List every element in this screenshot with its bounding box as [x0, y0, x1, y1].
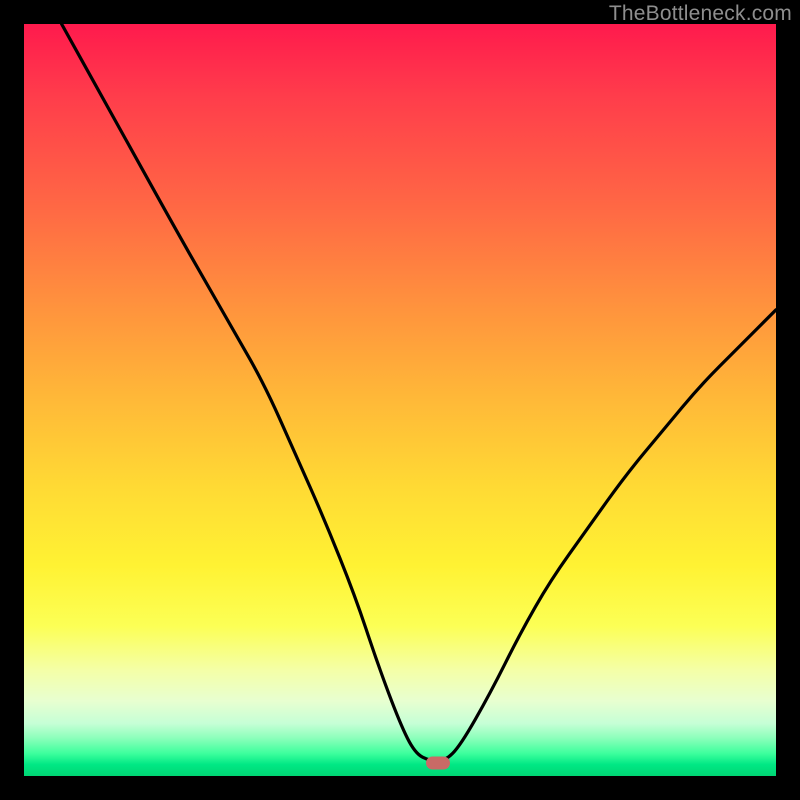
watermark-text: TheBottleneck.com	[609, 2, 792, 26]
bottleneck-curve	[62, 24, 776, 761]
chart-frame: TheBottleneck.com	[0, 0, 800, 800]
plot-area	[24, 24, 776, 776]
optimal-point-marker	[426, 757, 450, 770]
curve-layer	[24, 24, 776, 776]
